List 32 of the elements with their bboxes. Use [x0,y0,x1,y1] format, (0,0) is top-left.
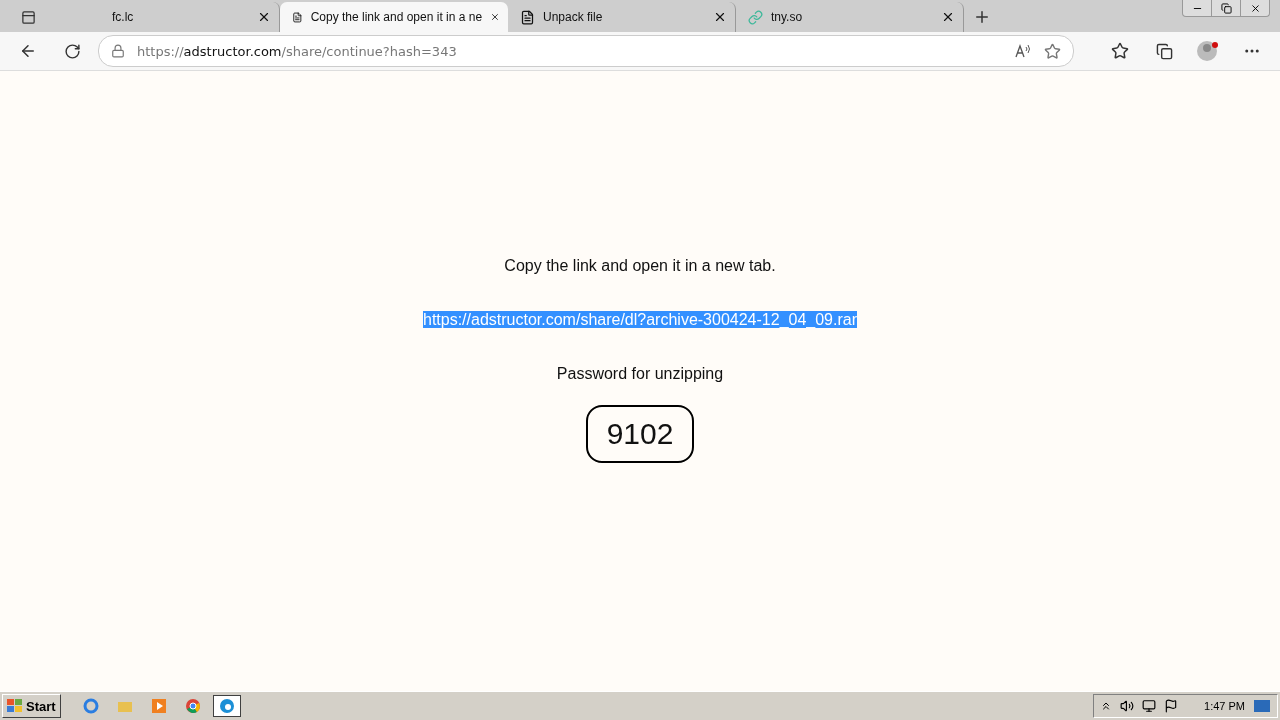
taskbar-app[interactable] [212,695,241,717]
browser-icon [82,698,99,714]
tab-title: Copy the link and open it in a ne [310,10,483,24]
page-icon [520,9,535,25]
page-icon [292,9,303,25]
address-bar[interactable]: https://adstructor.com/share/continue?hash=343 [98,35,1074,67]
play-icon [150,698,167,714]
close-icon[interactable] [257,10,271,24]
password-label: Password for unzipping [556,365,724,383]
windows-logo-icon [7,699,23,713]
tab-title: fc.lc [112,10,135,24]
tab-title: Unpack file [543,10,604,24]
password-badge: 9102 [585,405,695,463]
download-link-text: https://adstructor.com/share/dl?archive-300424-12_04_09.rar [423,311,857,328]
tab-title: tny.so [771,10,804,24]
chrome-icon [184,698,201,714]
browser-tab[interactable]: Copy the link and open it in a ne [280,2,508,32]
clock: 1:47 PM [1204,700,1245,712]
desktop-icon[interactable] [1253,699,1271,713]
volume-icon[interactable] [1120,699,1135,713]
flag-icon[interactable] [1164,699,1179,713]
start-button[interactable]: Start [2,694,61,718]
network-icon[interactable] [1142,699,1157,713]
close-icon[interactable] [941,10,955,24]
instruction-text: Copy the link and open it in a new tab. [504,257,776,275]
url-text: https://adstructor.com/share/continue?hash=343 [137,43,458,59]
close-icon[interactable] [713,10,727,24]
lock-icon [111,44,125,58]
edge-icon [218,698,235,714]
link-icon [748,9,763,25]
read-aloud-icon[interactable] [1014,43,1032,59]
add-favorite-icon[interactable] [1044,42,1061,60]
